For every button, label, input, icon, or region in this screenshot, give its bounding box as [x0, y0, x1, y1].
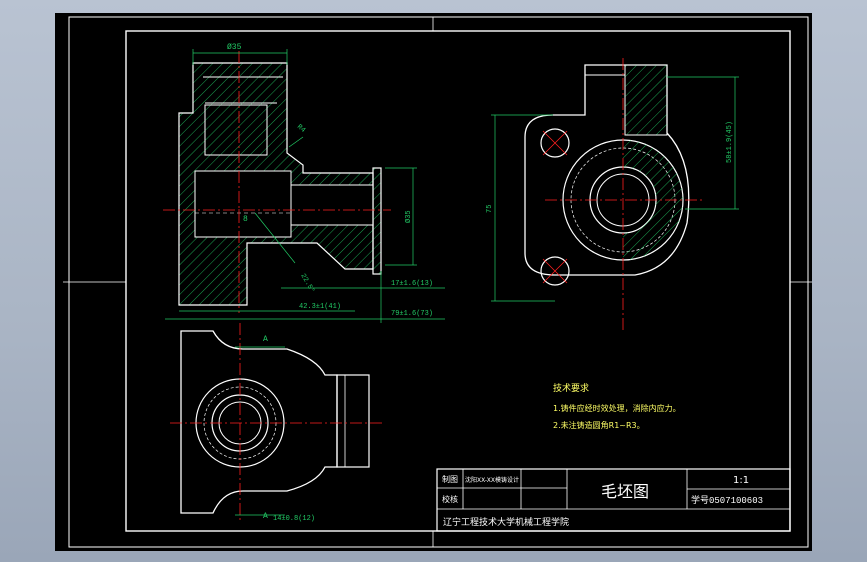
cad-viewport[interactable]: Ø35 R4 Ø35 8 22.5° 17±1.6(13) 42.3±1(41)… — [55, 13, 812, 551]
tb-drawn-label: 制图 — [442, 474, 458, 484]
section-mark-top: A — [263, 335, 268, 344]
side-view-dimensions: 75 58±1.9(45) — [486, 76, 739, 302]
dim-bore-dia: Ø35 — [404, 210, 413, 223]
dim-offset-42: 42.3±1(41) — [299, 303, 341, 311]
front-view-bore — [194, 170, 292, 238]
dim-bottom-14: 14±0.8(12) — [273, 515, 315, 523]
top-view-flange — [336, 374, 370, 468]
dim-height-75: 75 — [486, 205, 494, 213]
technical-notes: 技术要求 1.铸件应经时效处理，消除内应力。 2.未注铸造圆角R1~R3。 — [553, 382, 681, 430]
dim-length-79: 79±1.6(73) — [391, 310, 433, 318]
dim-chamfer: R4 — [295, 123, 307, 135]
tb-student-id: 学号0507100603 — [691, 494, 763, 506]
dim-offset-17: 17±1.6(13) — [391, 280, 433, 288]
top-view[interactable]: A A 14±0.8(12) — [170, 323, 385, 523]
tb-scale: 1:1 — [733, 475, 749, 486]
top-view-outline — [180, 330, 338, 514]
tb-check-label: 校核 — [442, 494, 458, 504]
drawing-sheet: Ø35 R4 Ø35 8 22.5° 17±1.6(13) 42.3±1(41)… — [63, 16, 812, 548]
dim-top-width: Ø35 — [227, 43, 242, 52]
front-view-horizontal-bore — [290, 184, 374, 226]
side-view[interactable] — [524, 58, 705, 331]
tb-school: 辽宁工程技术大学机械工程学院 — [443, 516, 569, 528]
front-view[interactable] — [163, 51, 391, 313]
notes-line-1: 1.铸件应经时效处理，消除内应力。 — [553, 403, 681, 413]
notes-line-2: 2.未注铸造圆角R1~R3。 — [553, 420, 645, 430]
notes-title: 技术要求 — [553, 382, 589, 394]
front-view-flange — [372, 167, 382, 275]
side-view-top-section — [624, 64, 668, 136]
title-block[interactable]: 制图 校核 沈阳XX-XX模铸设计 毛坯图 1:1 学号0507100603 辽… — [436, 468, 791, 532]
dim-angle: 22.5° — [298, 272, 316, 295]
tb-drawing-name: 毛坯图 — [601, 482, 649, 501]
dim-wall: 8 — [243, 215, 248, 224]
section-mark-bottom: A — [263, 512, 268, 521]
dim-side-height: 58±1.9(45) — [726, 121, 734, 163]
tb-drawn-value: 沈阳XX-XX模铸设计 — [465, 476, 519, 484]
